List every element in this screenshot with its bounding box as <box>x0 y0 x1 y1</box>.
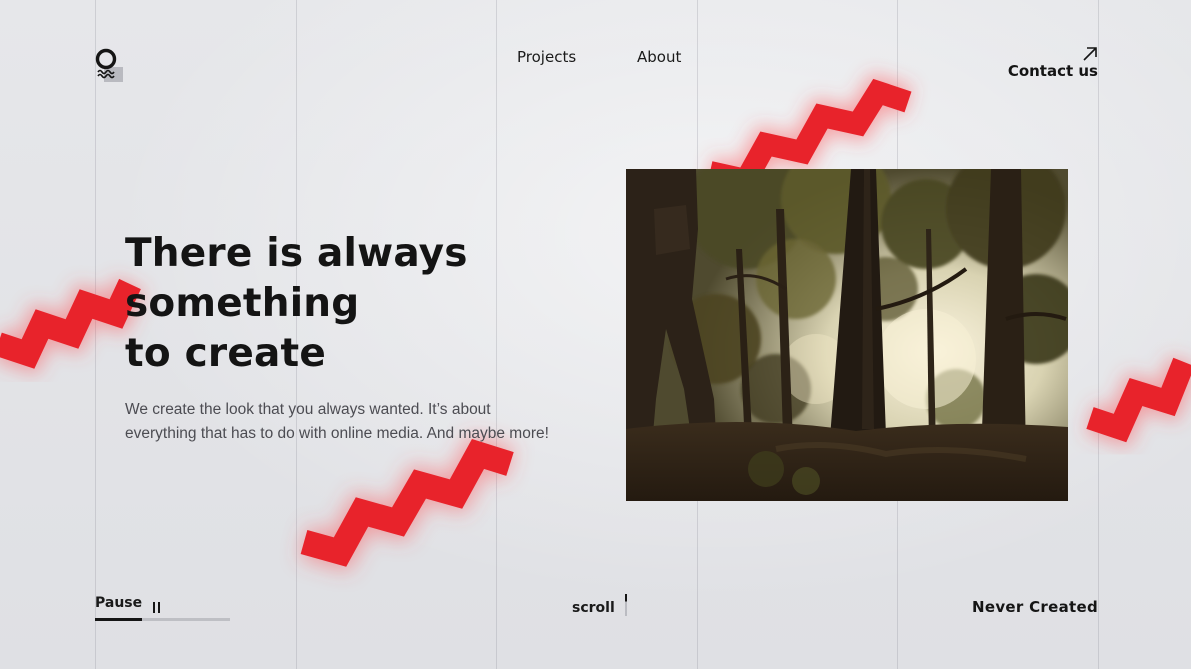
contact-label: Contact us <box>1007 62 1098 80</box>
headline-line: something <box>125 281 360 326</box>
arrow-up-right-icon <box>1082 46 1098 62</box>
scroll-indicator[interactable]: scroll <box>572 594 627 616</box>
pause-label: Pause <box>95 595 143 611</box>
hero-video[interactable] <box>626 169 1068 501</box>
pause-button[interactable]: Pause <box>95 595 162 613</box>
grid-line <box>1098 0 1099 669</box>
zigzag-decoration-right <box>1076 336 1191 448</box>
video-progress-bar[interactable] <box>95 618 230 621</box>
description-line: We create the look that you always wante… <box>125 401 491 418</box>
headline-line: to create <box>125 331 327 376</box>
ring-wave-logo[interactable] <box>95 48 123 82</box>
hero-description: We create the look that you always wante… <box>125 398 585 446</box>
zigzag-decoration-left <box>0 262 146 376</box>
page: Projects About Contact us There is alway… <box>0 0 1191 669</box>
description-line: everything that has to do with online me… <box>125 425 549 442</box>
contact-link[interactable]: Contact us <box>1008 46 1098 80</box>
video-progress-fill <box>95 618 143 621</box>
zigzag-decoration-bottom <box>286 433 536 574</box>
nav-link-projects[interactable]: Projects <box>517 48 576 66</box>
brand-wordmark: Never Created <box>972 598 1098 616</box>
headline-line: There is always <box>125 231 468 276</box>
nav-link-about[interactable]: About <box>637 48 681 66</box>
hero-headline: There is always something to create <box>125 229 525 379</box>
pause-icon <box>152 598 162 613</box>
scroll-line-icon <box>624 594 627 616</box>
scroll-label: scroll <box>572 600 615 616</box>
